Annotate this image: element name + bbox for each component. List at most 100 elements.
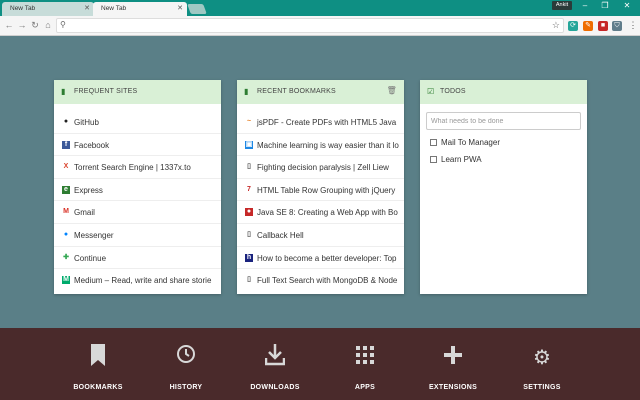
extension-red-icon[interactable]: ■ <box>598 21 608 31</box>
site-label: Messenger <box>74 230 114 240</box>
forward-icon[interactable]: → <box>17 20 27 30</box>
page-icon: ▯ <box>247 276 251 284</box>
bookmark-label: Full Text Search with MongoDB & Node <box>257 276 398 286</box>
site-item-gmail[interactable]: M Gmail <box>54 201 221 224</box>
frequent-sites-card: ▮ FREQUENT SITES ● GitHub f Facebook X Torr… <box>54 80 221 294</box>
clock-icon <box>146 344 226 372</box>
footer-item-extensions[interactable]: EXTENSIONS <box>413 344 493 391</box>
footer-label: SETTINGS <box>523 384 561 391</box>
checkbox-icon: ☑ <box>427 87 435 96</box>
footer-item-apps[interactable]: APPS <box>325 344 405 391</box>
footer-item-history[interactable]: HISTORY <box>146 344 226 391</box>
close-icon[interactable]: ✕ <box>177 4 183 12</box>
bookmark-item[interactable]: ▯ Callback Hell <box>237 224 404 247</box>
site-label: Gmail <box>74 208 95 218</box>
bookmark-label: Callback Hell <box>257 230 304 240</box>
bookmark-item[interactable]: h How to become a better developer: Top <box>237 247 404 270</box>
trash-icon[interactable]: 🗑 <box>387 86 397 95</box>
bookmark-item[interactable]: 7 HTML Table Row Grouping with jQuery <box>237 179 404 202</box>
frequent-sites-header: ▮ FREQUENT SITES <box>54 80 221 104</box>
bookmark-label: jsPDF - Create PDFs with HTML5 Java <box>257 118 397 127</box>
download-icon <box>235 344 315 372</box>
todo-input[interactable] <box>426 112 581 130</box>
footer-label: HISTORY <box>169 384 203 391</box>
address-bar[interactable]: ⚲ ☆ <box>56 18 564 33</box>
frequent-sites-list: ● GitHub f Facebook X Torrent Search Engine… <box>54 104 221 292</box>
footer-label: APPS <box>354 384 376 391</box>
recent-bookmarks-list: ~ jsPDF - Create PDFs with HTML5 Java ▣ Ma… <box>237 104 404 292</box>
site-label: GitHub <box>74 118 99 127</box>
medium-icon: ▣ <box>245 140 253 149</box>
home-icon[interactable]: ⌂ <box>43 20 53 30</box>
site-label: Torrent Search Engine | 1337x.to <box>74 163 191 173</box>
bar-chart-icon: ▮ <box>61 87 66 96</box>
bookmark-icon: ▮ <box>244 87 249 96</box>
user-profile-badge[interactable]: Ankit <box>552 1 572 10</box>
menu-kebab-icon[interactable]: ⋮ <box>628 20 638 31</box>
extension-bookmark-icon[interactable]: ✎ <box>583 21 593 31</box>
site-label: Medium – Read, write and share storie <box>74 276 212 286</box>
bookmark-item[interactable]: ● Java SE 8: Creating a Web App with Bo <box>237 201 404 224</box>
site-item-1337x[interactable]: X Torrent Search Engine | 1337x.to <box>54 156 221 179</box>
facebook-icon: f <box>62 140 70 149</box>
bookmark-label: Machine learning is way easier than it l… <box>257 140 399 150</box>
todo-checkbox[interactable] <box>430 156 437 163</box>
tab-label: New Tab <box>101 5 127 12</box>
search-icon: ⚲ <box>60 20 66 29</box>
reload-icon[interactable]: ↻ <box>30 20 40 31</box>
bookmark-item[interactable]: ~ jsPDF - Create PDFs with HTML5 Java <box>237 111 404 134</box>
site-item-facebook[interactable]: f Facebook <box>54 134 221 157</box>
close-window-icon[interactable]: ✕ <box>618 1 636 10</box>
todo-item[interactable]: Learn PWA <box>420 151 587 168</box>
site-item-medium[interactable]: M Medium – Read, write and share storie <box>54 269 221 292</box>
site-item-continue[interactable]: ✚ Continue <box>54 247 221 270</box>
todo-item[interactable]: Mail To Manager <box>420 134 587 151</box>
1337x-icon: X <box>63 163 69 171</box>
browser-toolbar: ← → ↻ ⌂ ⚲ ☆ ⟳ ✎ ■ ⛉ ⋮ <box>0 16 640 36</box>
bookmark-item[interactable]: ▯ Fighting decision paralysis | Zell Liew <box>237 156 404 179</box>
bookmark-label: How to become a better developer: Top <box>257 253 397 263</box>
todos-title: TODOS <box>440 88 466 95</box>
footer-item-settings[interactable]: ⚙ SETTINGS <box>502 344 582 391</box>
gear-icon: ⚙ <box>533 347 551 369</box>
close-icon[interactable]: ✕ <box>84 4 90 12</box>
extension-shield-icon[interactable]: ⛉ <box>612 21 622 31</box>
site-label: Facebook <box>74 140 110 150</box>
express-icon: e <box>62 185 70 194</box>
footer-nav: BOOKMARKS HISTORY DOWNLOADS APPS EXTENSI… <box>0 328 640 400</box>
github-icon: ● <box>63 118 69 125</box>
site-item-express[interactable]: e Express <box>54 179 221 202</box>
site-label: Express <box>74 185 103 195</box>
gmail-icon: M <box>63 208 69 216</box>
footer-item-downloads[interactable]: DOWNLOADS <box>235 344 315 391</box>
frequent-sites-title: FREQUENT SITES <box>74 88 138 95</box>
todo-label: Learn PWA <box>441 155 482 164</box>
todos-card: ☑ TODOS Mail To Manager Learn PWA <box>420 80 587 294</box>
browser-tab[interactable]: New Tab ✕ <box>2 2 94 16</box>
browser-titlebar: New Tab ✕ New Tab ✕ Ankit – ❐ ✕ <box>0 0 640 16</box>
bookmark-label: HTML Table Row Grouping with jQuery <box>257 185 396 195</box>
star-bookmark-icon[interactable]: ☆ <box>552 20 560 31</box>
bookmark-item[interactable]: ▣ Machine learning is way easier than it … <box>237 134 404 157</box>
back-icon[interactable]: ← <box>4 20 14 30</box>
footer-label: BOOKMARKS <box>73 384 123 391</box>
todo-checkbox[interactable] <box>430 139 437 146</box>
messenger-icon: ● <box>63 230 69 238</box>
extension-sync-icon[interactable]: ⟳ <box>568 21 578 31</box>
todos-header: ☑ TODOS <box>420 80 587 104</box>
site-item-messenger[interactable]: ● Messenger <box>54 224 221 247</box>
bookmark-7-icon: 7 <box>247 185 251 193</box>
restore-icon[interactable]: ❐ <box>596 1 614 10</box>
site-label: Continue <box>74 253 107 263</box>
site-item-github[interactable]: ● GitHub <box>54 111 221 134</box>
address-input[interactable] <box>71 20 541 31</box>
oracle-icon: ● <box>245 208 253 217</box>
minimize-icon[interactable]: – <box>576 1 594 10</box>
footer-item-bookmarks[interactable]: BOOKMARKS <box>58 344 138 391</box>
page-icon: ▯ <box>247 230 251 238</box>
tab-label: New Tab <box>10 5 36 12</box>
bookmark-item[interactable]: ▯ Full Text Search with MongoDB & Node <box>237 269 404 292</box>
browser-tab-active[interactable]: New Tab ✕ <box>93 2 187 16</box>
hashnode-icon: h <box>245 253 253 262</box>
new-tab-button[interactable] <box>187 4 207 14</box>
